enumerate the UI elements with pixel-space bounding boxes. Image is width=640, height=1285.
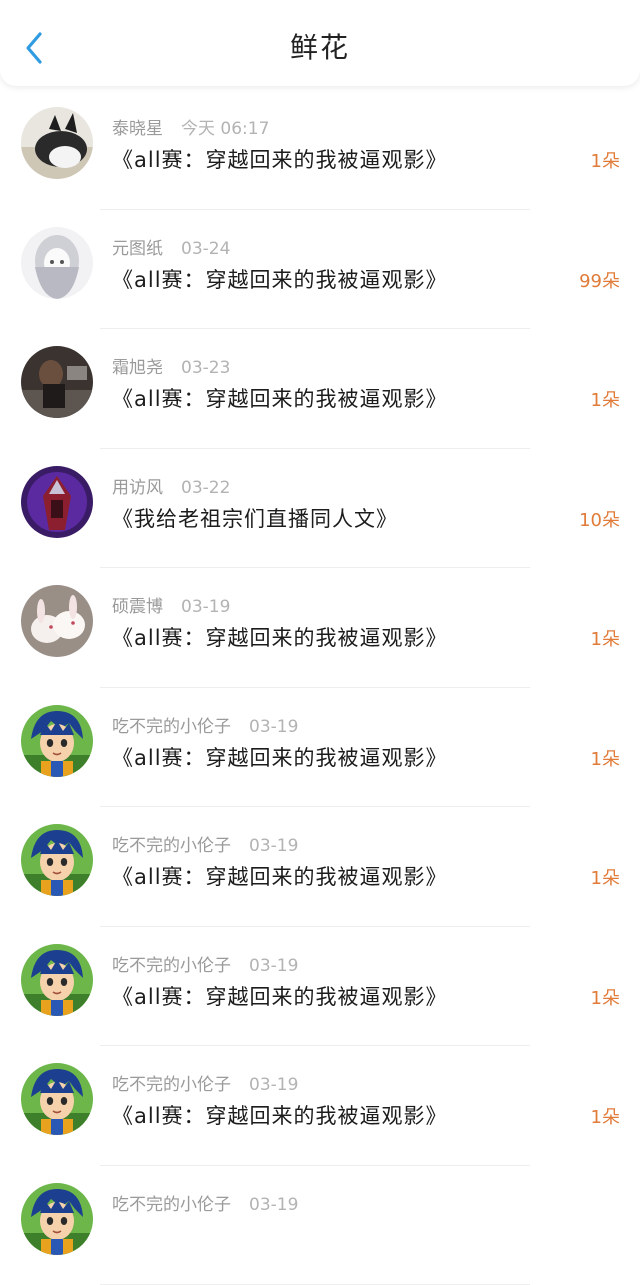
book-title[interactable]: 《all赛：穿越回来的我被逼观影》 <box>112 144 448 174</box>
item-meta: 吃不完的小伦子 03-19 <box>112 712 298 737</box>
book-title[interactable]: 《all赛：穿越回来的我被逼观影》 <box>112 383 448 413</box>
avatar-image <box>21 227 93 299</box>
user-name[interactable]: 硕震博 <box>112 597 163 617</box>
avatar-image <box>21 824 93 896</box>
avatar[interactable] <box>21 346 93 418</box>
book-title[interactable]: 《all赛：穿越回来的我被逼观影》 <box>112 622 448 652</box>
book-title[interactable]: 《all赛：穿越回来的我被逼观影》 <box>112 742 448 772</box>
flower-count: 1朵 <box>591 745 620 771</box>
page-title: 鲜花 <box>0 26 640 66</box>
list-item[interactable]: 霜旭尧 03-23 《all赛：穿越回来的我被逼观影》 1朵 <box>0 329 640 449</box>
list-item[interactable]: 吃不完的小伦子 03-19 《all赛：穿越回来的我被逼观影》 1朵 <box>0 927 640 1047</box>
timestamp: 03-19 <box>249 836 298 856</box>
avatar-image <box>21 107 93 179</box>
avatar[interactable] <box>21 944 93 1016</box>
flower-count: 99朵 <box>579 267 620 293</box>
book-title[interactable]: 《all赛：穿越回来的我被逼观影》 <box>112 1100 448 1130</box>
item-meta: 泰晓星今天 06:17 <box>112 114 269 139</box>
avatar-image <box>21 705 93 777</box>
user-name[interactable]: 吃不完的小伦子 <box>112 836 231 856</box>
list-item[interactable]: 吃不完的小伦子 03-19 《all赛：穿越回来的我被逼观影》 1朵 <box>0 1046 640 1166</box>
avatar-image <box>21 466 93 538</box>
user-name[interactable]: 用访风 <box>112 478 163 498</box>
flower-count: 1朵 <box>591 1103 620 1129</box>
flower-count: 1朵 <box>591 625 620 651</box>
flower-count: 10朵 <box>579 506 620 532</box>
flower-count: 1朵 <box>591 864 620 890</box>
list-item[interactable]: 元图纸 03-24 《all赛：穿越回来的我被逼观影》 99朵 <box>0 210 640 330</box>
timestamp: 03-19 <box>249 717 298 737</box>
item-meta: 霜旭尧 03-23 <box>112 353 230 378</box>
item-meta: 元图纸 03-24 <box>112 234 230 259</box>
avatar-image <box>21 1063 93 1135</box>
item-meta: 用访风 03-22 <box>112 473 230 498</box>
list-item[interactable]: 吃不完的小伦子 03-19 《all赛：穿越回来的我被逼观影》 1朵 <box>0 688 640 808</box>
list-item[interactable]: 吃不完的小伦子 03-19 <box>0 1166 640 1285</box>
book-title[interactable]: 《all赛：穿越回来的我被逼观影》 <box>112 264 448 294</box>
user-name[interactable]: 泰晓星 <box>112 119 163 139</box>
flower-list: 泰晓星今天 06:17《all赛：穿越回来的我被逼观影》1朵元图纸03-24《a… <box>0 90 640 1285</box>
avatar[interactable] <box>21 1183 93 1255</box>
flower-count: 1朵 <box>591 147 620 173</box>
avatar-image <box>21 585 93 657</box>
book-title[interactable]: 《all赛：穿越回来的我被逼观影》 <box>112 861 448 891</box>
user-name[interactable]: 吃不完的小伦子 <box>112 956 231 976</box>
list-item[interactable]: 硕震博 03-19 《all赛：穿越回来的我被逼观影》 1朵 <box>0 568 640 688</box>
flower-count: 1朵 <box>591 386 620 412</box>
item-meta: 硕震博 03-19 <box>112 592 230 617</box>
avatar[interactable] <box>21 585 93 657</box>
avatar[interactable] <box>21 824 93 896</box>
book-title[interactable]: 《all赛：穿越回来的我被逼观影》 <box>112 981 448 1011</box>
avatar[interactable] <box>21 705 93 777</box>
user-name[interactable]: 吃不完的小伦子 <box>112 717 231 737</box>
timestamp: 03-22 <box>181 478 230 498</box>
item-meta: 吃不完的小伦子 03-19 <box>112 951 298 976</box>
top-bar: 鲜花 <box>0 0 640 86</box>
avatar[interactable] <box>21 227 93 299</box>
timestamp: 03-19 <box>249 1195 298 1215</box>
timestamp: 03-19 <box>181 597 230 617</box>
timestamp: 03-23 <box>181 358 230 378</box>
avatar[interactable] <box>21 107 93 179</box>
item-meta: 吃不完的小伦子 03-19 <box>112 1190 298 1215</box>
book-title[interactable]: 《我给老祖宗们直播同人文》 <box>112 503 398 533</box>
timestamp: 今天 06:17 <box>181 119 269 139</box>
avatar-image <box>21 346 93 418</box>
timestamp: 03-19 <box>249 1075 298 1095</box>
user-name[interactable]: 霜旭尧 <box>112 358 163 378</box>
timestamp: 03-19 <box>249 956 298 976</box>
avatar[interactable] <box>21 466 93 538</box>
list-item[interactable]: 泰晓星今天 06:17 《all赛：穿越回来的我被逼观影》 1朵 <box>0 90 640 210</box>
user-name[interactable]: 吃不完的小伦子 <box>112 1195 231 1215</box>
flower-count: 1朵 <box>591 984 620 1010</box>
avatar-image <box>21 1183 93 1255</box>
user-name[interactable]: 吃不完的小伦子 <box>112 1075 231 1095</box>
user-name[interactable]: 元图纸 <box>112 239 163 259</box>
list-item[interactable]: 用访风 03-22 《我给老祖宗们直播同人文》 10朵 <box>0 449 640 569</box>
avatar-image <box>21 944 93 1016</box>
timestamp: 03-24 <box>181 239 230 259</box>
list-item[interactable]: 吃不完的小伦子 03-19 《all赛：穿越回来的我被逼观影》 1朵 <box>0 807 640 927</box>
avatar[interactable] <box>21 1063 93 1135</box>
item-meta: 吃不完的小伦子 03-19 <box>112 831 298 856</box>
item-meta: 吃不完的小伦子 03-19 <box>112 1070 298 1095</box>
